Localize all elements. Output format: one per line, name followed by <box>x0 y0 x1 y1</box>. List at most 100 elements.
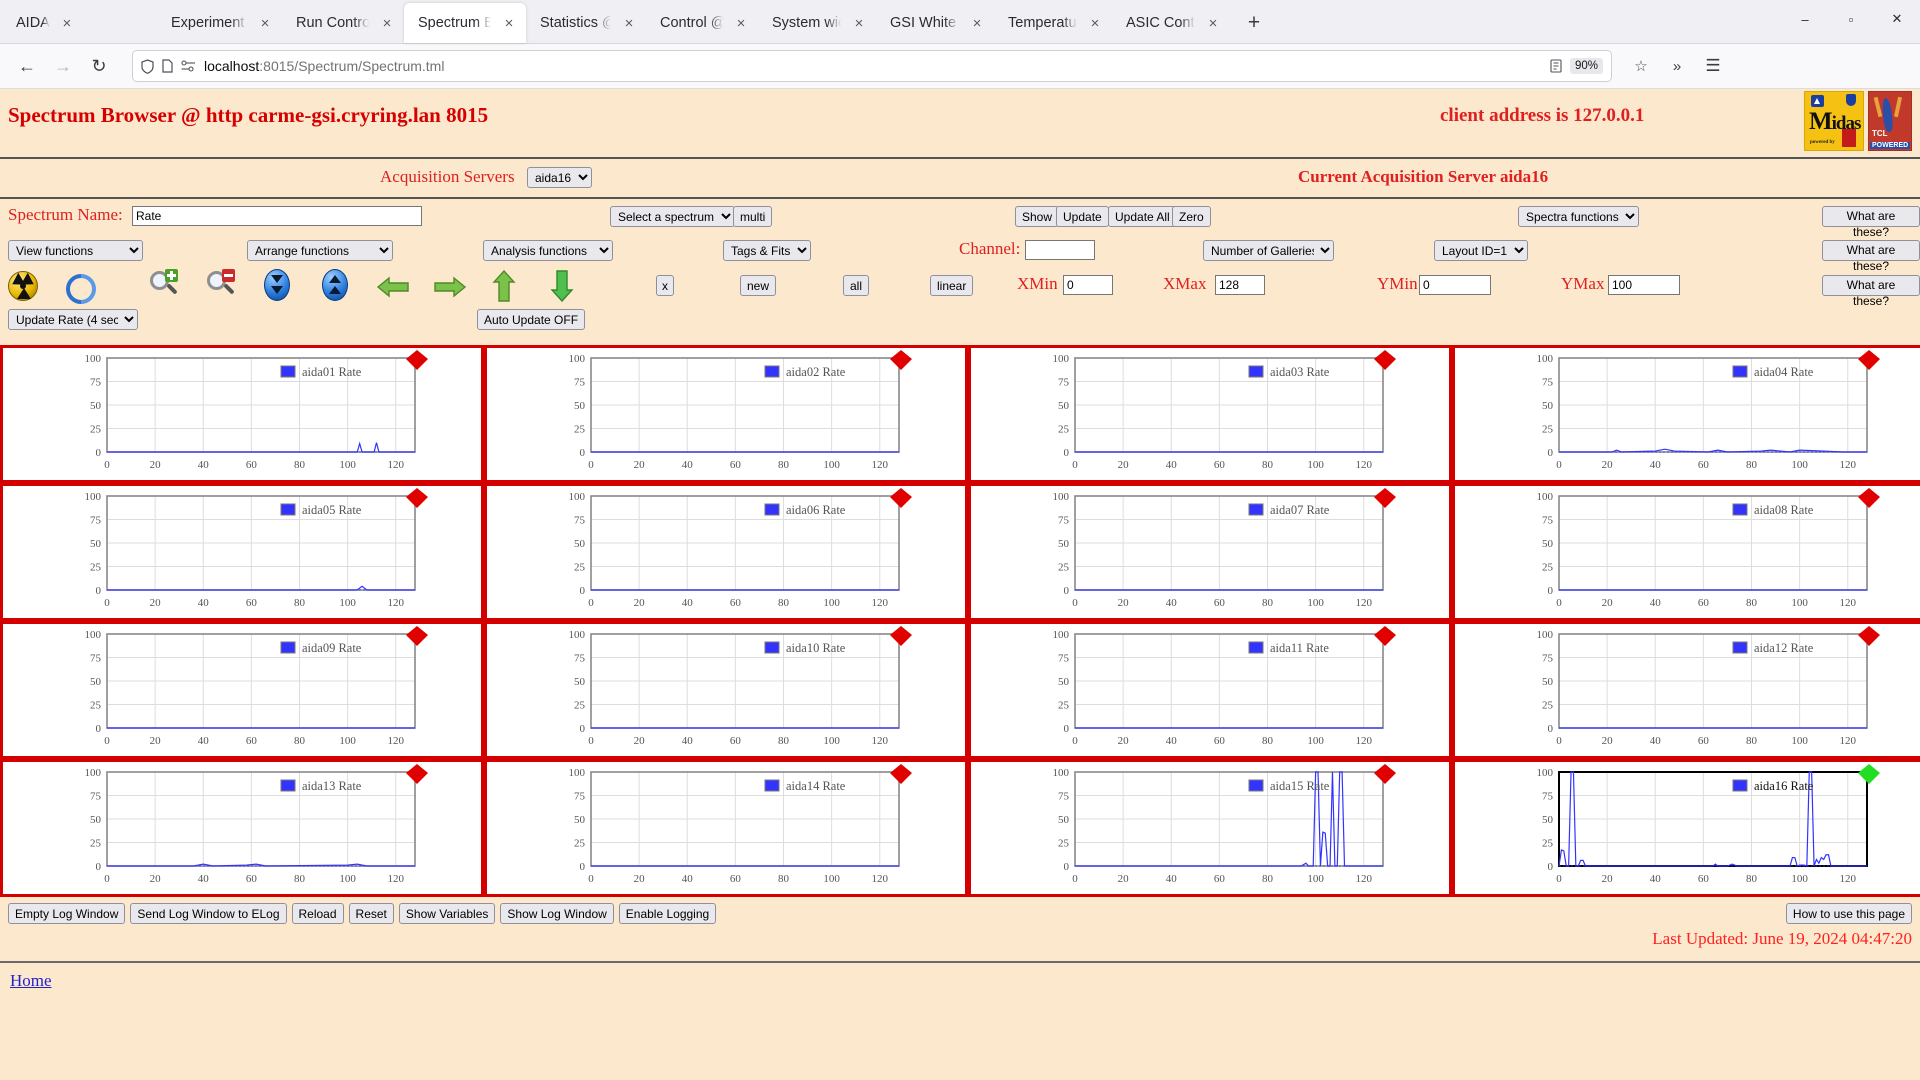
what-are-these-button-2[interactable]: What are these? <box>1822 240 1920 273</box>
spectrum-panel[interactable]: 0 25 50 75 100 0 20 40 60 80 100 120 aida15 Rate <box>968 759 1452 897</box>
x-button[interactable]: x <box>656 275 674 296</box>
expand-up-icon[interactable] <box>322 269 348 301</box>
minimize-button[interactable]: – <box>1782 2 1828 36</box>
all-button[interactable]: all <box>843 275 870 296</box>
browser-tab[interactable]: AIDA × <box>2 3 157 43</box>
channel-input[interactable] <box>1025 240 1095 260</box>
arrow-up-icon[interactable] <box>492 269 516 308</box>
xmax-input[interactable] <box>1215 275 1265 295</box>
zero-button[interactable]: Zero <box>1172 206 1211 227</box>
spectrum-panel[interactable]: 0 25 50 75 100 0 20 40 60 80 100 120 aida07 Rate <box>968 483 1452 621</box>
arrange-functions-dropdown[interactable]: Arrange functions <box>247 240 393 261</box>
back-button[interactable]: ← <box>10 49 44 83</box>
footer-button[interactable]: Enable Logging <box>618 903 717 924</box>
spectrum-panel[interactable]: 0 25 50 75 100 0 20 40 60 80 100 120 aida16 Rate <box>1452 759 1920 897</box>
browser-tab[interactable]: Statistics @ carme-gsi × <box>526 3 646 43</box>
browser-tab[interactable]: Control @ carme-gsi × <box>646 3 758 43</box>
browser-tab[interactable]: Spectrum Browser @ c × <box>404 3 526 43</box>
spectrum-panel[interactable]: 0 25 50 75 100 0 20 40 60 80 100 120 aida05 Rate <box>0 483 484 621</box>
browser-tab[interactable]: Experiment Control @ c × <box>157 3 282 43</box>
bookmark-star-button[interactable]: ☆ <box>1624 49 1658 83</box>
browser-tab[interactable]: ASIC Control @ carme- × <box>1112 3 1230 43</box>
spectrum-panel[interactable]: 0 25 50 75 100 0 20 40 60 80 100 120 aida01 Rate <box>0 345 484 483</box>
spectrum-panel[interactable]: 0 25 50 75 100 0 20 40 60 80 100 120 aida04 Rate <box>1452 345 1920 483</box>
footer-button[interactable]: Reload <box>291 903 344 924</box>
footer-button[interactable]: Show Log Window <box>500 903 614 924</box>
footer-button[interactable]: Send Log Window to ELog <box>130 903 287 924</box>
tab-close-icon[interactable]: × <box>376 12 398 34</box>
tab-close-icon[interactable]: × <box>1084 12 1106 34</box>
zoom-in-icon[interactable] <box>148 269 180 301</box>
zoom-out-icon[interactable] <box>205 269 237 301</box>
url-bar[interactable]: localhost:8015/Spectrum/Spectrum.tml 90% <box>132 50 1612 82</box>
layout-id-dropdown[interactable]: Layout ID=1 <box>1434 240 1528 261</box>
browser-tab[interactable]: Run Control @ carme-g × <box>282 3 404 43</box>
what-are-these-button-3[interactable]: What are these? <box>1822 275 1920 308</box>
footer-button[interactable]: Reset <box>348 903 394 924</box>
multi-button[interactable]: multi <box>733 206 773 227</box>
radioactive-icon[interactable] <box>8 271 38 301</box>
zoom-level-badge[interactable]: 90% <box>1569 58 1603 74</box>
new-tab-button[interactable]: + <box>1236 6 1272 40</box>
tab-close-icon[interactable]: × <box>498 12 520 34</box>
acquisition-server-select[interactable]: aida16 <box>527 167 592 188</box>
svg-text:100: 100 <box>339 597 356 609</box>
overflow-menu-button[interactable]: » <box>1660 49 1694 83</box>
new-button[interactable]: new <box>740 275 777 296</box>
tab-close-icon[interactable]: × <box>848 12 870 34</box>
auto-update-button[interactable]: Auto Update OFF <box>477 309 586 330</box>
spectrum-name-input[interactable] <box>132 206 422 226</box>
expand-down-icon[interactable] <box>264 269 290 301</box>
number-of-galleries-dropdown[interactable]: Number of Galleries <box>1203 240 1334 261</box>
home-link[interactable]: Home <box>10 971 52 991</box>
tab-close-icon[interactable]: × <box>56 12 78 34</box>
app-menu-button[interactable]: ☰ <box>1696 49 1730 83</box>
maximize-button[interactable]: ▫ <box>1828 2 1874 36</box>
spectrum-panel[interactable]: 0 25 50 75 100 0 20 40 60 80 100 120 aida14 Rate <box>484 759 968 897</box>
tab-close-icon[interactable]: × <box>1202 12 1224 34</box>
spectrum-panel[interactable]: 0 25 50 75 100 0 20 40 60 80 100 120 aida03 Rate <box>968 345 1452 483</box>
view-functions-dropdown[interactable]: View functions <box>8 240 143 261</box>
arrow-down-icon[interactable] <box>550 269 574 308</box>
update-all-button[interactable]: Update All <box>1108 206 1177 227</box>
browser-tab[interactable]: System wide Checks (c × <box>758 3 876 43</box>
tab-close-icon[interactable]: × <box>618 12 640 34</box>
forward-button[interactable]: → <box>46 49 80 83</box>
analysis-functions-dropdown[interactable]: Analysis functions <box>483 240 613 261</box>
refresh-icon[interactable] <box>63 271 93 301</box>
spectrum-panel[interactable]: 0 25 50 75 100 0 20 40 60 80 100 120 aida13 Rate <box>0 759 484 897</box>
footer-button[interactable]: Empty Log Window <box>8 903 126 924</box>
tab-close-icon[interactable]: × <box>966 12 988 34</box>
close-window-button[interactable]: ✕ <box>1874 2 1920 36</box>
spectrum-panel[interactable]: 0 25 50 75 100 0 20 40 60 80 100 120 aida06 Rate <box>484 483 968 621</box>
update-button[interactable]: Update <box>1056 206 1109 227</box>
update-rate-dropdown[interactable]: Update Rate (4 secs) <box>8 309 138 330</box>
svg-text:0: 0 <box>580 861 586 873</box>
ymax-input[interactable] <box>1608 275 1680 295</box>
xmin-input[interactable] <box>1063 275 1113 295</box>
select-spectrum-dropdown[interactable]: Select a spectrum <box>610 206 735 227</box>
spectrum-panel[interactable]: 0 25 50 75 100 0 20 40 60 80 100 120 aida12 Rate <box>1452 621 1920 759</box>
spectrum-panel[interactable]: 0 25 50 75 100 0 20 40 60 80 100 120 aida11 Rate <box>968 621 1452 759</box>
browser-tab[interactable]: GSI White Rabbit Time × <box>876 3 994 43</box>
tags-fits-dropdown[interactable]: Tags & Fits <box>723 240 811 261</box>
what-are-these-button-1[interactable]: What are these? <box>1822 206 1920 239</box>
spectra-functions-dropdown[interactable]: Spectra functions <box>1518 206 1639 227</box>
ymin-input[interactable] <box>1419 275 1491 295</box>
spectrum-panel[interactable]: 0 25 50 75 100 0 20 40 60 80 100 120 aida08 Rate <box>1452 483 1920 621</box>
spectrum-panel[interactable]: 0 25 50 75 100 0 20 40 60 80 100 120 aida02 Rate <box>484 345 968 483</box>
browser-tab[interactable]: Temperature and statu × <box>994 3 1112 43</box>
show-button[interactable]: Show <box>1015 206 1060 227</box>
spectrum-panel[interactable]: 0 25 50 75 100 0 20 40 60 80 100 120 aida09 Rate <box>0 621 484 759</box>
svg-text:25: 25 <box>1058 700 1070 712</box>
how-to-use-button[interactable]: How to use this page <box>1785 903 1912 924</box>
tab-close-icon[interactable]: × <box>730 12 752 34</box>
reload-button[interactable]: ↻ <box>82 49 116 83</box>
arrow-right-icon[interactable] <box>432 275 468 304</box>
arrow-left-icon[interactable] <box>375 275 411 304</box>
tab-close-icon[interactable]: × <box>254 12 276 34</box>
linear-button[interactable]: linear <box>930 275 974 296</box>
spectrum-panel[interactable]: 0 25 50 75 100 0 20 40 60 80 100 120 aida10 Rate <box>484 621 968 759</box>
reader-mode-icon[interactable] <box>1550 59 1562 73</box>
footer-button[interactable]: Show Variables <box>398 903 496 924</box>
